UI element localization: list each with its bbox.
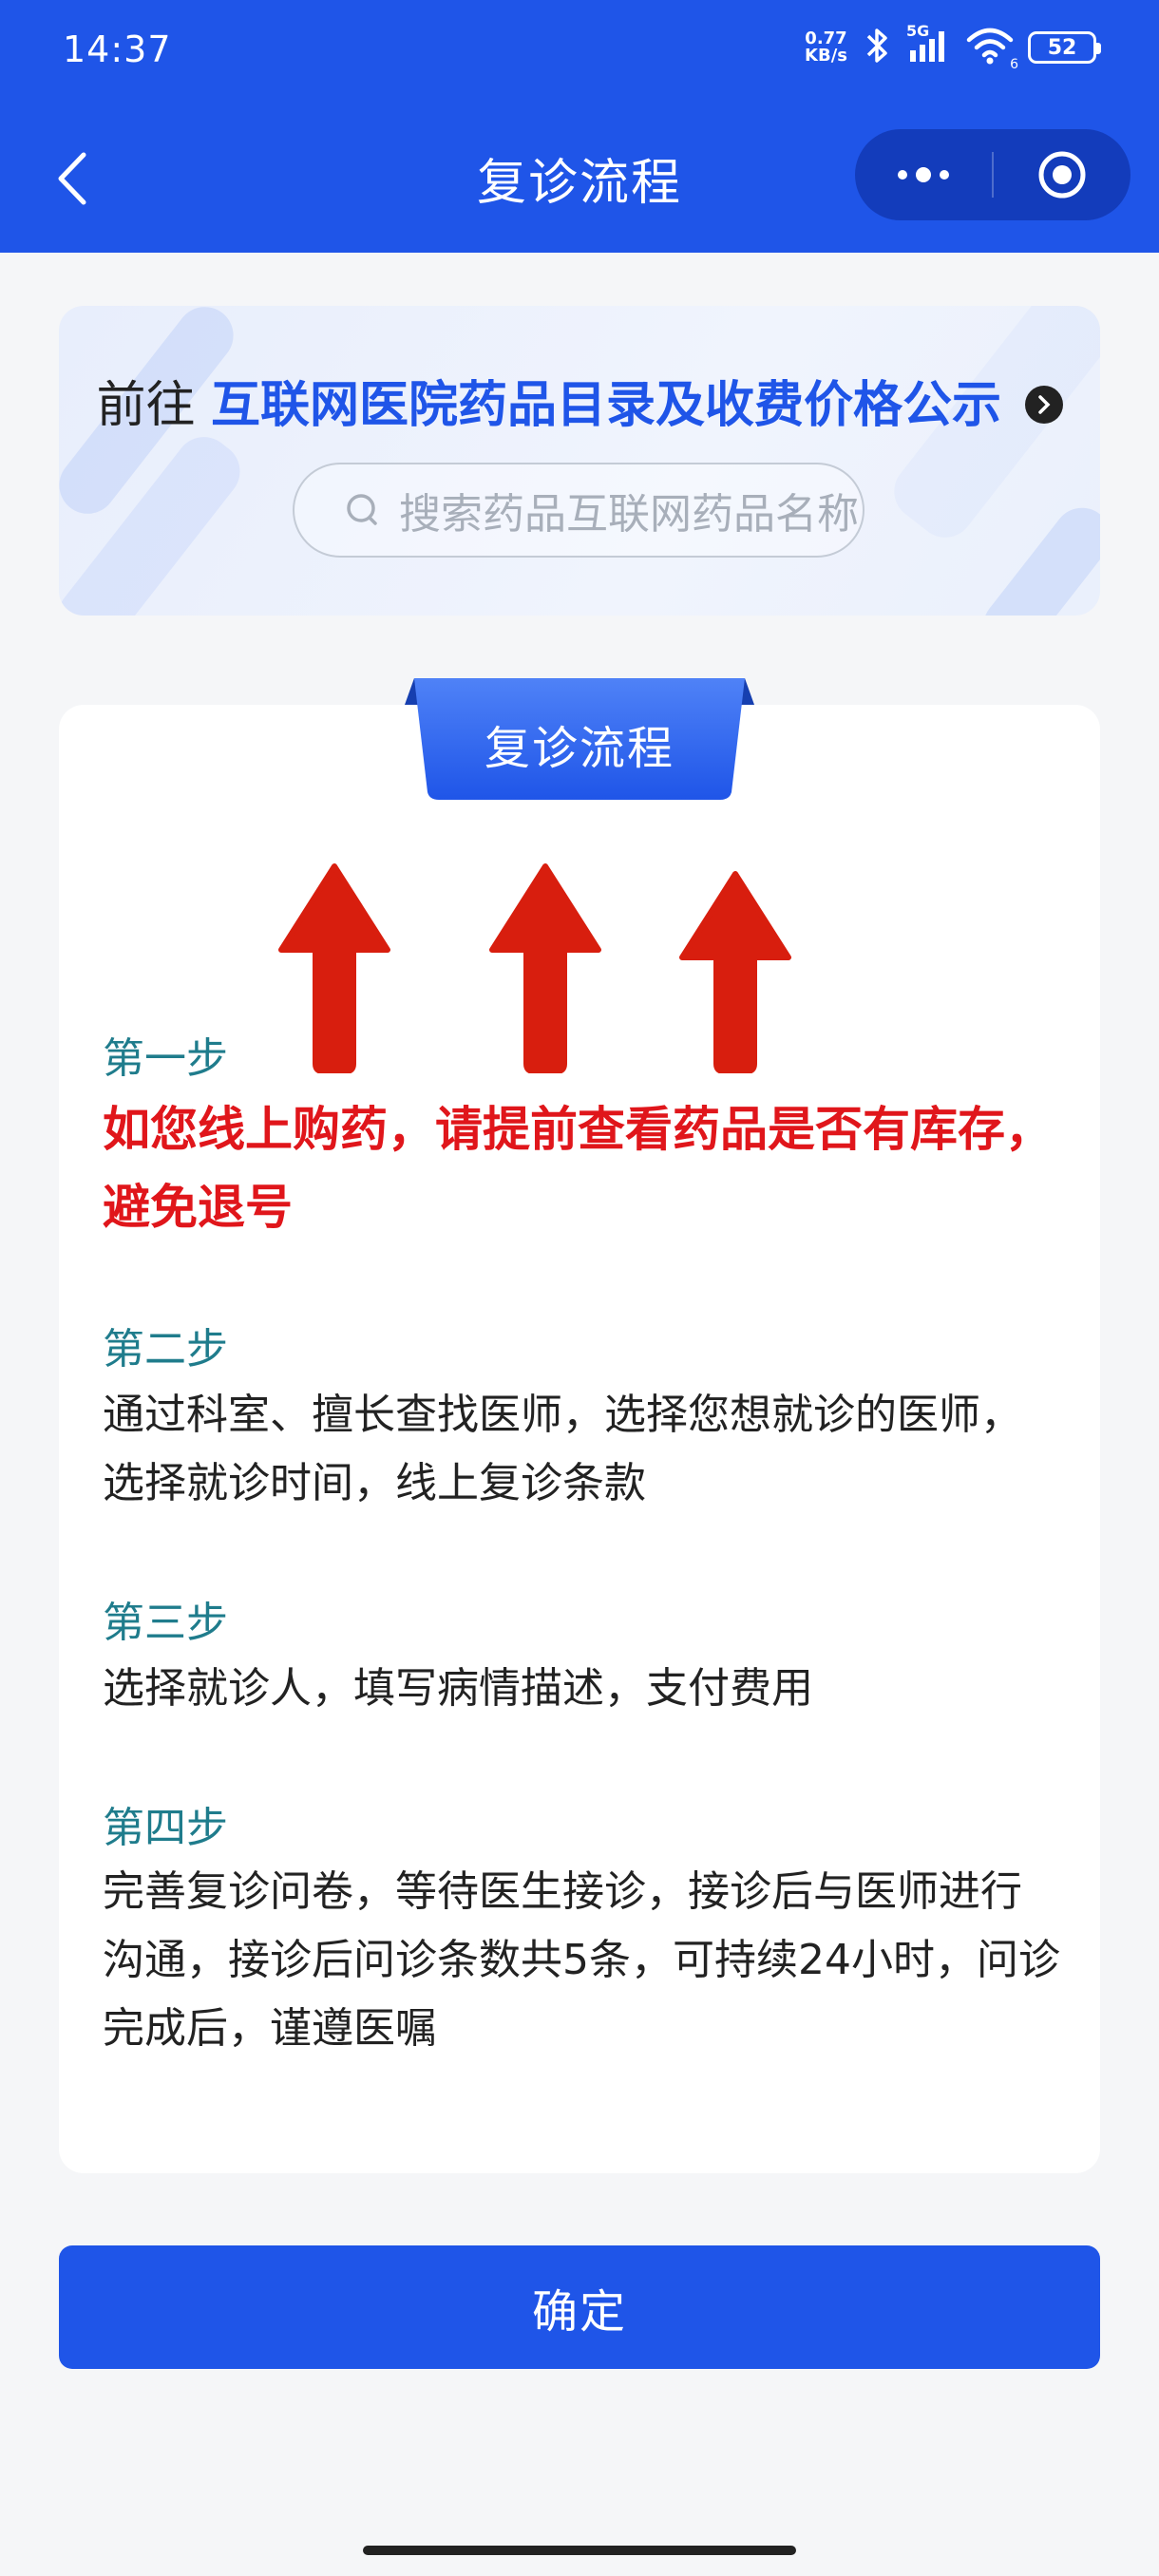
step-1-title: 第一步 [103,1034,228,1083]
step-3-title: 第三步 [103,1599,228,1647]
battery-icon: 52 [1028,31,1101,64]
nav-bar: 复诊流程 [0,104,1159,253]
step-3-body: 选择就诊人，填写病情描述，支付费用 [103,1664,813,1713]
up-arrow-icon [489,863,601,1073]
target-icon [1038,151,1086,199]
close-capsule-button[interactable] [994,129,1130,220]
status-icons: 0.77 KB/s 5G 6 52 [805,22,1101,72]
more-button[interactable] [855,129,992,220]
step-1-body: 如您线上购药，请提前查看药品是否有库存，避免退号 [103,1102,1053,1235]
confirm-button[interactable]: 确定 [59,2245,1100,2369]
step-4-body: 完善复诊问卷，等待医生接诊，接诊后与医师进行沟通，接诊后问诊条数共5条，可持续2… [103,1867,1060,2053]
catalog-link-text[interactable]: 互联网医院药品目录及收费价格公示 [211,377,1001,434]
more-icon [898,167,949,182]
step-2-title: 第二步 [103,1325,228,1373]
drug-catalog-banner: 前往 互联网医院药品目录及收费价格公示 搜索药品互联网药品名称 [59,306,1100,616]
card-ribbon: 复诊流程 [405,676,754,802]
mini-program-capsule [855,129,1130,220]
status-bar: 14:37 0.77 KB/s 5G 6 52 [0,0,1159,104]
search-placeholder: 搜索药品互联网药品名称 [399,490,859,539]
catalog-link[interactable]: 前往 互联网医院药品目录及收费价格公示 [59,365,1100,436]
banner-decoration [971,496,1100,616]
signal-icon: 5G [906,22,952,67]
up-arrow-icon [679,871,791,1073]
net-speed: 0.77 KB/s [805,28,847,66]
banner-prefix: 前往 [96,377,196,434]
search-icon [347,494,377,525]
red-arrows [278,863,791,1073]
step-4-title: 第四步 [103,1804,228,1852]
wifi-icon: 6 [965,27,1018,72]
ribbon-label: 复诊流程 [484,722,674,775]
home-indicator[interactable] [363,2546,796,2555]
chevron-right-icon [1024,386,1063,424]
bluetooth-icon [861,27,893,68]
step-2-body: 通过科室、擅长查找医师，选择您想就诊的医师，选择就诊时间，线上复诊条款 [103,1391,1022,1507]
drug-search-input[interactable]: 搜索药品互联网药品名称 [293,463,864,558]
status-time: 14:37 [63,28,172,70]
up-arrow-icon [278,863,390,1073]
